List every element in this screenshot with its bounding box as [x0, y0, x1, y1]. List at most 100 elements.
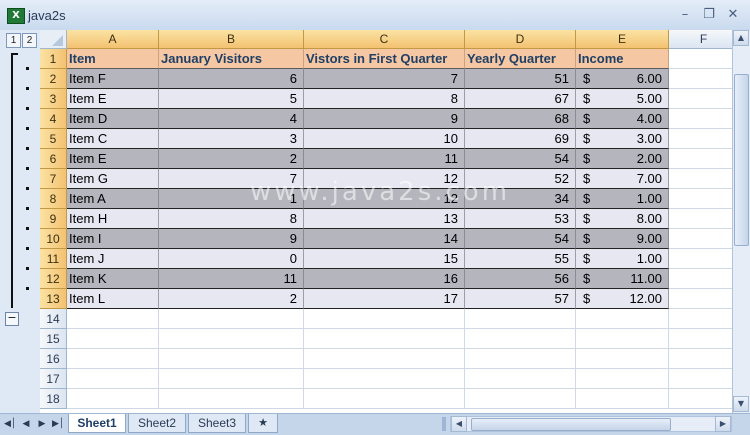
- insert-sheet-icon[interactable]: ★: [248, 414, 278, 433]
- value-cell[interactable]: 11: [304, 149, 465, 169]
- horizontal-scrollbar[interactable]: ◀ ▶: [450, 416, 732, 432]
- empty-cell[interactable]: [669, 89, 732, 109]
- row-header-12[interactable]: 12: [40, 269, 67, 289]
- row-header-6[interactable]: 6: [40, 149, 67, 169]
- empty-cell[interactable]: [669, 69, 732, 89]
- item-name-cell[interactable]: Item H: [67, 209, 159, 229]
- row-header-2[interactable]: 2: [40, 69, 67, 89]
- empty-cell[interactable]: [465, 389, 576, 409]
- item-name-cell[interactable]: Item A: [67, 189, 159, 209]
- empty-cell[interactable]: [669, 189, 732, 209]
- value-cell[interactable]: 56: [465, 269, 576, 289]
- row-header-8[interactable]: 8: [40, 189, 67, 209]
- item-name-cell[interactable]: Item K: [67, 269, 159, 289]
- value-cell[interactable]: 67: [465, 89, 576, 109]
- value-cell[interactable]: 68: [465, 109, 576, 129]
- value-cell[interactable]: 2: [159, 289, 304, 309]
- column-header-b[interactable]: B: [159, 30, 304, 49]
- scroll-left-icon[interactable]: ◀: [451, 416, 467, 432]
- income-cell[interactable]: $1.00: [576, 249, 669, 269]
- item-name-cell[interactable]: Item C: [67, 129, 159, 149]
- value-cell[interactable]: 8: [159, 209, 304, 229]
- column-header-f[interactable]: F: [669, 30, 732, 49]
- value-cell[interactable]: 13: [304, 209, 465, 229]
- value-cell[interactable]: 54: [465, 149, 576, 169]
- empty-cell[interactable]: [669, 149, 732, 169]
- value-cell[interactable]: 5: [159, 89, 304, 109]
- value-cell[interactable]: 2: [159, 149, 304, 169]
- item-name-cell[interactable]: Item D: [67, 109, 159, 129]
- empty-cell[interactable]: [669, 109, 732, 129]
- value-cell[interactable]: 9: [159, 229, 304, 249]
- empty-cell[interactable]: [669, 169, 732, 189]
- empty-cell[interactable]: [576, 389, 669, 409]
- income-cell[interactable]: $12.00: [576, 289, 669, 309]
- tab-sheet3[interactable]: Sheet3: [188, 414, 246, 433]
- value-cell[interactable]: 15: [304, 249, 465, 269]
- row-header-18[interactable]: 18: [40, 389, 67, 409]
- empty-cell[interactable]: [465, 329, 576, 349]
- value-cell[interactable]: 53: [465, 209, 576, 229]
- empty-cell[interactable]: [304, 309, 465, 329]
- empty-cell[interactable]: [669, 289, 732, 309]
- empty-cell[interactable]: [669, 329, 732, 349]
- row-header-4[interactable]: 4: [40, 109, 67, 129]
- value-cell[interactable]: 54: [465, 229, 576, 249]
- value-cell[interactable]: 11: [159, 269, 304, 289]
- outline-level-1-button[interactable]: 1: [6, 33, 21, 48]
- row-header-16[interactable]: 16: [40, 349, 67, 369]
- item-name-cell[interactable]: Item L: [67, 289, 159, 309]
- row-header-17[interactable]: 17: [40, 369, 67, 389]
- header-cell[interactable]: Yearly Quarter: [465, 49, 576, 69]
- tab-split-handle[interactable]: [442, 417, 446, 431]
- column-header-a[interactable]: A: [67, 30, 159, 49]
- column-header-d[interactable]: D: [465, 30, 576, 49]
- empty-cell[interactable]: [576, 349, 669, 369]
- row-header-11[interactable]: 11: [40, 249, 67, 269]
- value-cell[interactable]: 16: [304, 269, 465, 289]
- empty-cell[interactable]: [304, 369, 465, 389]
- tab-sheet1[interactable]: Sheet1: [68, 414, 126, 433]
- value-cell[interactable]: 7: [304, 69, 465, 89]
- row-header-10[interactable]: 10: [40, 229, 67, 249]
- first-sheet-icon[interactable]: ◀│: [4, 417, 16, 431]
- value-cell[interactable]: 9: [304, 109, 465, 129]
- income-cell[interactable]: $3.00: [576, 129, 669, 149]
- item-name-cell[interactable]: Item F: [67, 69, 159, 89]
- value-cell[interactable]: 10: [304, 129, 465, 149]
- value-cell[interactable]: 8: [304, 89, 465, 109]
- last-sheet-icon[interactable]: ▶│: [52, 417, 64, 431]
- empty-cell[interactable]: [465, 309, 576, 329]
- empty-cell[interactable]: [669, 49, 732, 69]
- value-cell[interactable]: 6: [159, 69, 304, 89]
- value-cell[interactable]: 51: [465, 69, 576, 89]
- empty-cell[interactable]: [159, 329, 304, 349]
- income-cell[interactable]: $5.00: [576, 89, 669, 109]
- empty-cell[interactable]: [67, 309, 159, 329]
- item-name-cell[interactable]: Item E: [67, 149, 159, 169]
- tab-sheet2[interactable]: Sheet2: [128, 414, 186, 433]
- value-cell[interactable]: 0: [159, 249, 304, 269]
- row-header-7[interactable]: 7: [40, 169, 67, 189]
- row-header-5[interactable]: 5: [40, 129, 67, 149]
- empty-cell[interactable]: [465, 369, 576, 389]
- prev-sheet-icon[interactable]: ◀: [20, 417, 32, 431]
- empty-cell[interactable]: [67, 389, 159, 409]
- empty-cell[interactable]: [67, 369, 159, 389]
- minimize-icon[interactable]: –: [674, 6, 696, 24]
- restore-icon[interactable]: ❐: [698, 6, 720, 24]
- empty-cell[interactable]: [304, 329, 465, 349]
- horizontal-scroll-thumb[interactable]: [471, 418, 671, 431]
- scroll-up-icon[interactable]: ▲: [733, 30, 749, 46]
- empty-cell[interactable]: [159, 309, 304, 329]
- empty-cell[interactable]: [67, 349, 159, 369]
- value-cell[interactable]: 4: [159, 109, 304, 129]
- empty-cell[interactable]: [576, 369, 669, 389]
- empty-cell[interactable]: [669, 229, 732, 249]
- scroll-right-icon[interactable]: ▶: [715, 416, 731, 432]
- empty-cell[interactable]: [304, 349, 465, 369]
- value-cell[interactable]: 17: [304, 289, 465, 309]
- column-header-c[interactable]: C: [304, 30, 465, 49]
- income-cell[interactable]: $1.00: [576, 189, 669, 209]
- empty-cell[interactable]: [67, 329, 159, 349]
